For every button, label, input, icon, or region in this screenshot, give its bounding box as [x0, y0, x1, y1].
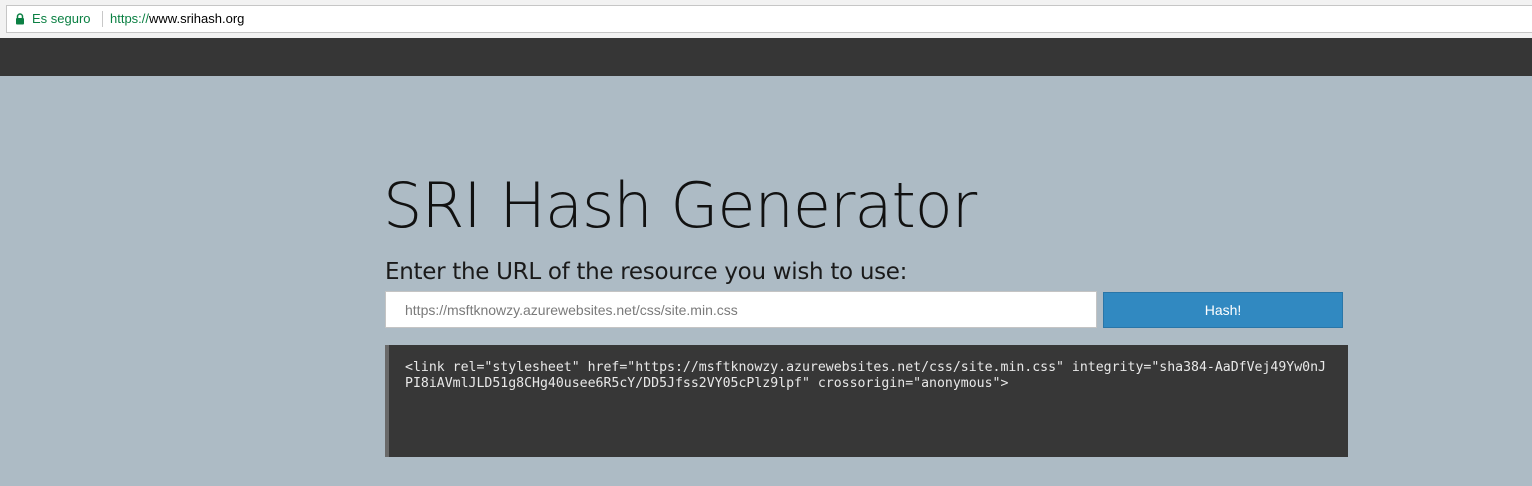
omnibox[interactable]: Es seguro https://www.srihash.org — [6, 5, 1532, 33]
hash-button[interactable]: Hash! — [1103, 292, 1343, 328]
browser-address-bar: Es seguro https://www.srihash.org — [0, 0, 1532, 38]
sri-output-code[interactable]: <link rel="stylesheet" href="https://msf… — [405, 360, 1332, 392]
page-title: SRI Hash Generator — [383, 169, 977, 242]
page: Es seguro https://www.srihash.org SRI Ha… — [0, 0, 1532, 486]
url-host: www.srihash.org — [149, 11, 245, 26]
address-divider — [102, 11, 103, 27]
sri-output-box[interactable]: <link rel="stylesheet" href="https://msf… — [385, 345, 1348, 457]
site-navbar — [0, 38, 1532, 76]
url-prompt-label: Enter the URL of the resource you wish t… — [385, 259, 908, 285]
resource-url-input[interactable] — [385, 291, 1097, 328]
url-text[interactable]: https://www.srihash.org — [110, 11, 244, 26]
security-label[interactable]: Es seguro — [32, 11, 91, 26]
url-scheme: https:// — [110, 11, 150, 26]
lock-icon — [16, 13, 24, 25]
